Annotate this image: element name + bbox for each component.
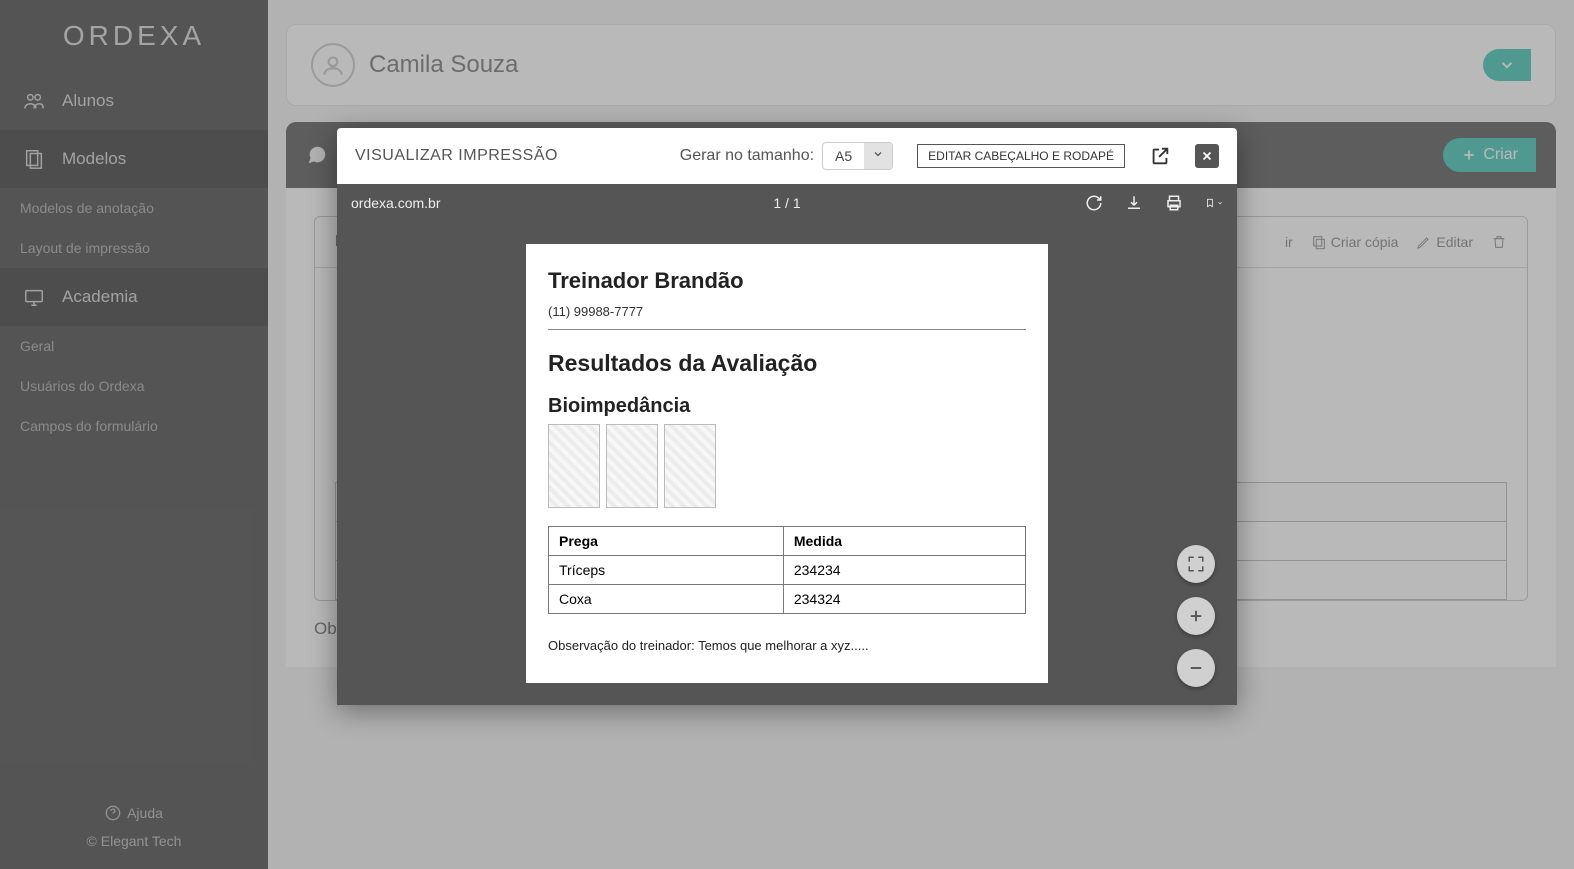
cell-medida: 234234 xyxy=(783,556,1025,585)
download-button[interactable] xyxy=(1125,194,1143,212)
cell-prega: Coxa xyxy=(549,585,784,614)
fit-icon xyxy=(1187,555,1205,573)
pdf-scroll-area[interactable]: Treinador Brandão (11) 99988-7777 Result… xyxy=(337,222,1237,705)
zoom-controls xyxy=(1177,545,1215,687)
rotate-button[interactable] xyxy=(1085,194,1103,212)
cell-medida: 234324 xyxy=(783,585,1025,614)
zoom-in-button[interactable] xyxy=(1177,597,1215,635)
print-button[interactable] xyxy=(1165,194,1183,212)
popout-button[interactable] xyxy=(1149,145,1171,167)
pdf-trainer-name: Treinador Brandão xyxy=(548,268,1026,294)
pdf-col-medida: Medida xyxy=(783,527,1025,556)
pdf-observation: Observação do treinador: Temos que melho… xyxy=(548,638,1026,653)
table-row: Coxa 234324 xyxy=(549,585,1026,614)
rotate-icon xyxy=(1085,194,1103,212)
print-preview-modal: VISUALIZAR IMPRESSÃO Gerar no tamanho: A… xyxy=(337,128,1237,705)
edit-header-footer-button[interactable]: EDITAR CABEÇALHO E RODAPÉ xyxy=(917,144,1125,168)
pdf-page-indicator: 1 / 1 xyxy=(773,195,800,211)
pdf-body-images xyxy=(548,424,1026,508)
pdf-measure-table: Prega Medida Tríceps 234234 Coxa 234324 xyxy=(548,526,1026,614)
size-group: Gerar no tamanho: A5 EDITAR CABEÇALHO E … xyxy=(680,142,1219,170)
minus-icon xyxy=(1187,659,1205,677)
chevron-down-icon xyxy=(1217,198,1223,208)
pdf-tools xyxy=(1085,194,1223,212)
pdf-body-image xyxy=(606,424,658,508)
pdf-body-image xyxy=(548,424,600,508)
modal-overlay[interactable]: VISUALIZAR IMPRESSÃO Gerar no tamanho: A… xyxy=(0,0,1574,869)
size-select[interactable]: A5 xyxy=(822,142,893,170)
pdf-subsection-title: Bioimpedância xyxy=(548,395,1026,418)
pdf-viewer: ordexa.com.br 1 / 1 xyxy=(337,184,1237,705)
chevron-down-icon xyxy=(864,143,892,169)
zoom-out-button[interactable] xyxy=(1177,649,1215,687)
close-button[interactable] xyxy=(1195,144,1219,168)
size-value: A5 xyxy=(823,144,864,168)
pdf-phone: (11) 99988-7777 xyxy=(548,294,1026,330)
modal-title: VISUALIZAR IMPRESSÃO xyxy=(355,147,558,165)
close-icon xyxy=(1200,149,1214,163)
pdf-url: ordexa.com.br xyxy=(351,195,440,211)
printer-icon xyxy=(1165,194,1183,212)
pdf-body-image xyxy=(664,424,716,508)
modal-header: VISUALIZAR IMPRESSÃO Gerar no tamanho: A… xyxy=(337,128,1237,184)
cell-prega: Tríceps xyxy=(549,556,784,585)
table-row: Tríceps 234234 xyxy=(549,556,1026,585)
external-link-icon xyxy=(1149,145,1171,167)
pdf-col-prega: Prega xyxy=(549,527,784,556)
bookmark-icon xyxy=(1205,195,1215,211)
plus-icon xyxy=(1187,607,1205,625)
bookmark-menu[interactable] xyxy=(1205,194,1223,212)
size-label: Gerar no tamanho: xyxy=(680,147,814,165)
pdf-page: Treinador Brandão (11) 99988-7777 Result… xyxy=(526,244,1048,683)
pdf-section-title: Resultados da Avaliação xyxy=(548,350,1026,377)
fit-button[interactable] xyxy=(1177,545,1215,583)
download-icon xyxy=(1125,194,1143,212)
pdf-toolbar: ordexa.com.br 1 / 1 xyxy=(337,184,1237,222)
